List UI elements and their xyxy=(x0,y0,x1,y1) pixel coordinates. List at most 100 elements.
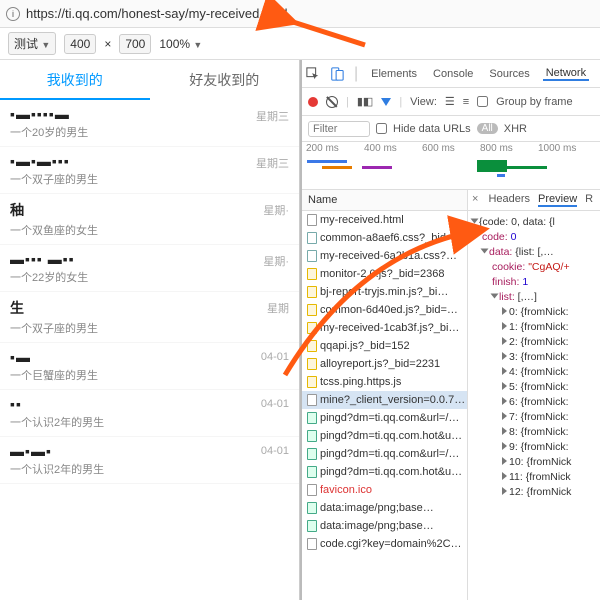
width-input[interactable]: 400 xyxy=(64,34,96,54)
page-preview: 我收到的 好友收到的 ▪▬▪▪▪▪▬一个20岁的男生星期三▪▬▪▬▪▪▪一个双子… xyxy=(0,60,300,600)
list-item[interactable]: ▪▬一个巨蟹座的男生04-01 xyxy=(0,343,299,390)
item-subtitle: 一个双子座的男生 xyxy=(10,320,289,336)
json-list-item[interactable]: 10: {fromNick xyxy=(472,455,596,470)
clear-icon[interactable] xyxy=(326,96,338,108)
list-item[interactable]: ▪▬▪▪▪▪▬一个20岁的男生星期三 xyxy=(0,100,299,147)
network-row[interactable]: data:image/png;base… xyxy=(302,517,467,535)
list-item[interactable]: ▬▪▬▪一个认识2年的男生04-01 xyxy=(0,437,299,484)
list-item[interactable]: ▬▪▪▪ ▬▪▪一个22岁的女生星期· xyxy=(0,245,299,292)
filter-icon[interactable] xyxy=(381,98,391,106)
view-label: View: xyxy=(410,96,437,108)
item-name: ▬▪▪▪ ▬▪▪ xyxy=(10,251,289,267)
network-row[interactable]: favicon.ico xyxy=(302,481,467,499)
device-toggle-icon[interactable] xyxy=(330,67,344,81)
annotation-arrow xyxy=(280,15,370,60)
network-row[interactable]: data:image/png;base… xyxy=(302,499,467,517)
request-name: pingd?dm=ti.qq.com.hot&u… xyxy=(320,466,462,478)
tl-mark: 600 ms xyxy=(422,143,480,154)
item-name: 秞 xyxy=(10,200,289,220)
file-icon xyxy=(307,394,317,406)
item-subtitle: 一个认识2年的男生 xyxy=(10,461,289,477)
detail-response[interactable]: R xyxy=(585,193,593,207)
item-subtitle: 一个20岁的男生 xyxy=(10,124,289,140)
file-icon xyxy=(307,502,317,514)
tab-sources[interactable]: Sources xyxy=(486,68,532,80)
json-list-item[interactable]: 2: {fromNick: xyxy=(472,335,596,350)
view-large-icon[interactable]: ☰ xyxy=(445,95,455,108)
hide-data-urls-checkbox[interactable] xyxy=(376,123,387,134)
filter-input[interactable] xyxy=(308,121,370,137)
item-subtitle: 一个巨蟹座的男生 xyxy=(10,367,289,383)
network-row[interactable]: mine?_client_version=0.0.7… xyxy=(302,391,467,409)
tab-friends[interactable]: 好友收到的 xyxy=(150,60,300,100)
item-time: 星期三 xyxy=(256,108,289,124)
view-small-icon[interactable]: ≡ xyxy=(463,96,469,108)
item-name: ▪▪ xyxy=(10,396,289,412)
tab-network[interactable]: Network xyxy=(543,67,589,81)
file-icon xyxy=(307,412,317,424)
detail-close[interactable]: × xyxy=(472,193,480,207)
detail-headers[interactable]: Headers xyxy=(488,193,530,207)
json-list-item[interactable]: 5: {fromNick: xyxy=(472,380,596,395)
detail-preview[interactable]: Preview xyxy=(538,193,577,207)
json-list-item[interactable]: 0: {fromNick: xyxy=(472,305,596,320)
network-row[interactable]: pingd?dm=ti.qq.com.hot&u… xyxy=(302,427,467,445)
request-name: data:image/png;base… xyxy=(320,502,434,514)
network-row[interactable]: pingd?dm=ti.qq.com&url=/… xyxy=(302,409,467,427)
filter-xhr[interactable]: XHR xyxy=(504,123,527,135)
info-icon[interactable]: i xyxy=(6,7,20,21)
group-label: Group by frame xyxy=(496,96,572,108)
network-row[interactable]: pingd?dm=ti.qq.com.hot&u… xyxy=(302,463,467,481)
item-name: ▪▬ xyxy=(10,349,289,365)
device-mode[interactable]: 测试 ▼ xyxy=(8,32,56,55)
tl-mark: 400 ms xyxy=(364,143,422,154)
request-name: code.cgi?key=domain%2C… xyxy=(320,538,462,550)
timeline[interactable]: 200 ms 400 ms 600 ms 800 ms 1000 ms xyxy=(302,142,600,190)
item-time: 星期三 xyxy=(256,155,289,171)
item-subtitle: 一个认识2年的男生 xyxy=(10,414,289,430)
tab-mine[interactable]: 我收到的 xyxy=(0,60,150,100)
tl-mark: 1000 ms xyxy=(538,143,596,154)
request-name: mine?_client_version=0.0.7… xyxy=(320,394,465,406)
screenshot-icon[interactable]: ▮◧ xyxy=(357,95,373,108)
json-list-item[interactable]: 12: {fromNick xyxy=(472,485,596,500)
list-item[interactable]: ▪▪一个认识2年的男生04-01 xyxy=(0,390,299,437)
item-name: ▪▬▪▬▪▪▪ xyxy=(10,153,289,169)
height-input[interactable]: 700 xyxy=(119,34,151,54)
json-list-item[interactable]: 6: {fromNick: xyxy=(472,395,596,410)
list-item[interactable]: 秞一个双鱼座的女生星期· xyxy=(0,194,299,245)
url-text[interactable]: https://ti.qq.com/honest-say/my-received… xyxy=(26,6,288,21)
tab-console[interactable]: Console xyxy=(430,68,476,80)
name-header[interactable]: Name xyxy=(302,190,467,211)
network-row[interactable]: pingd?dm=ti.qq.com&url=/… xyxy=(302,445,467,463)
request-name: data:image/png;base… xyxy=(320,520,434,532)
record-icon[interactable] xyxy=(308,97,318,107)
json-list-item[interactable]: 9: {fromNick: xyxy=(472,440,596,455)
network-controls: | ▮◧ | View: ☰ ≡ Group by frame xyxy=(302,88,600,116)
inspect-icon[interactable] xyxy=(306,67,320,81)
request-name: pingd?dm=ti.qq.com&url=/… xyxy=(320,412,459,424)
zoom-level[interactable]: 100% ▼ xyxy=(159,37,202,51)
list-item[interactable]: ▪▬▪▬▪▪▪一个双子座的男生星期三 xyxy=(0,147,299,194)
annotation-arrow xyxy=(280,220,490,385)
json-list-item[interactable]: 11: {fromNick xyxy=(472,470,596,485)
tab-elements[interactable]: Elements xyxy=(368,68,420,80)
page-tabs: 我收到的 好友收到的 xyxy=(0,60,299,100)
filter-row: Hide data URLs All XHR xyxy=(302,116,600,142)
json-list-item[interactable]: 4: {fromNick: xyxy=(472,365,596,380)
dim-x: × xyxy=(104,37,111,51)
json-list-item[interactable]: 7: {fromNick: xyxy=(472,410,596,425)
item-time: 04-01 xyxy=(261,445,289,457)
json-list-item[interactable]: 1: {fromNick: xyxy=(472,320,596,335)
tl-mark: 800 ms xyxy=(480,143,538,154)
json-list-item[interactable]: 8: {fromNick: xyxy=(472,425,596,440)
item-time: 星期· xyxy=(263,202,289,218)
group-checkbox[interactable] xyxy=(477,96,488,107)
json-list-item[interactable]: 3: {fromNick: xyxy=(472,350,596,365)
request-name: favicon.ico xyxy=(320,484,372,496)
item-subtitle: 一个22岁的女生 xyxy=(10,269,289,285)
network-row[interactable]: code.cgi?key=domain%2C… xyxy=(302,535,467,553)
list-item[interactable]: 生一个双子座的男生星期 xyxy=(0,292,299,343)
filter-all[interactable]: All xyxy=(477,123,498,134)
file-icon xyxy=(307,466,317,478)
